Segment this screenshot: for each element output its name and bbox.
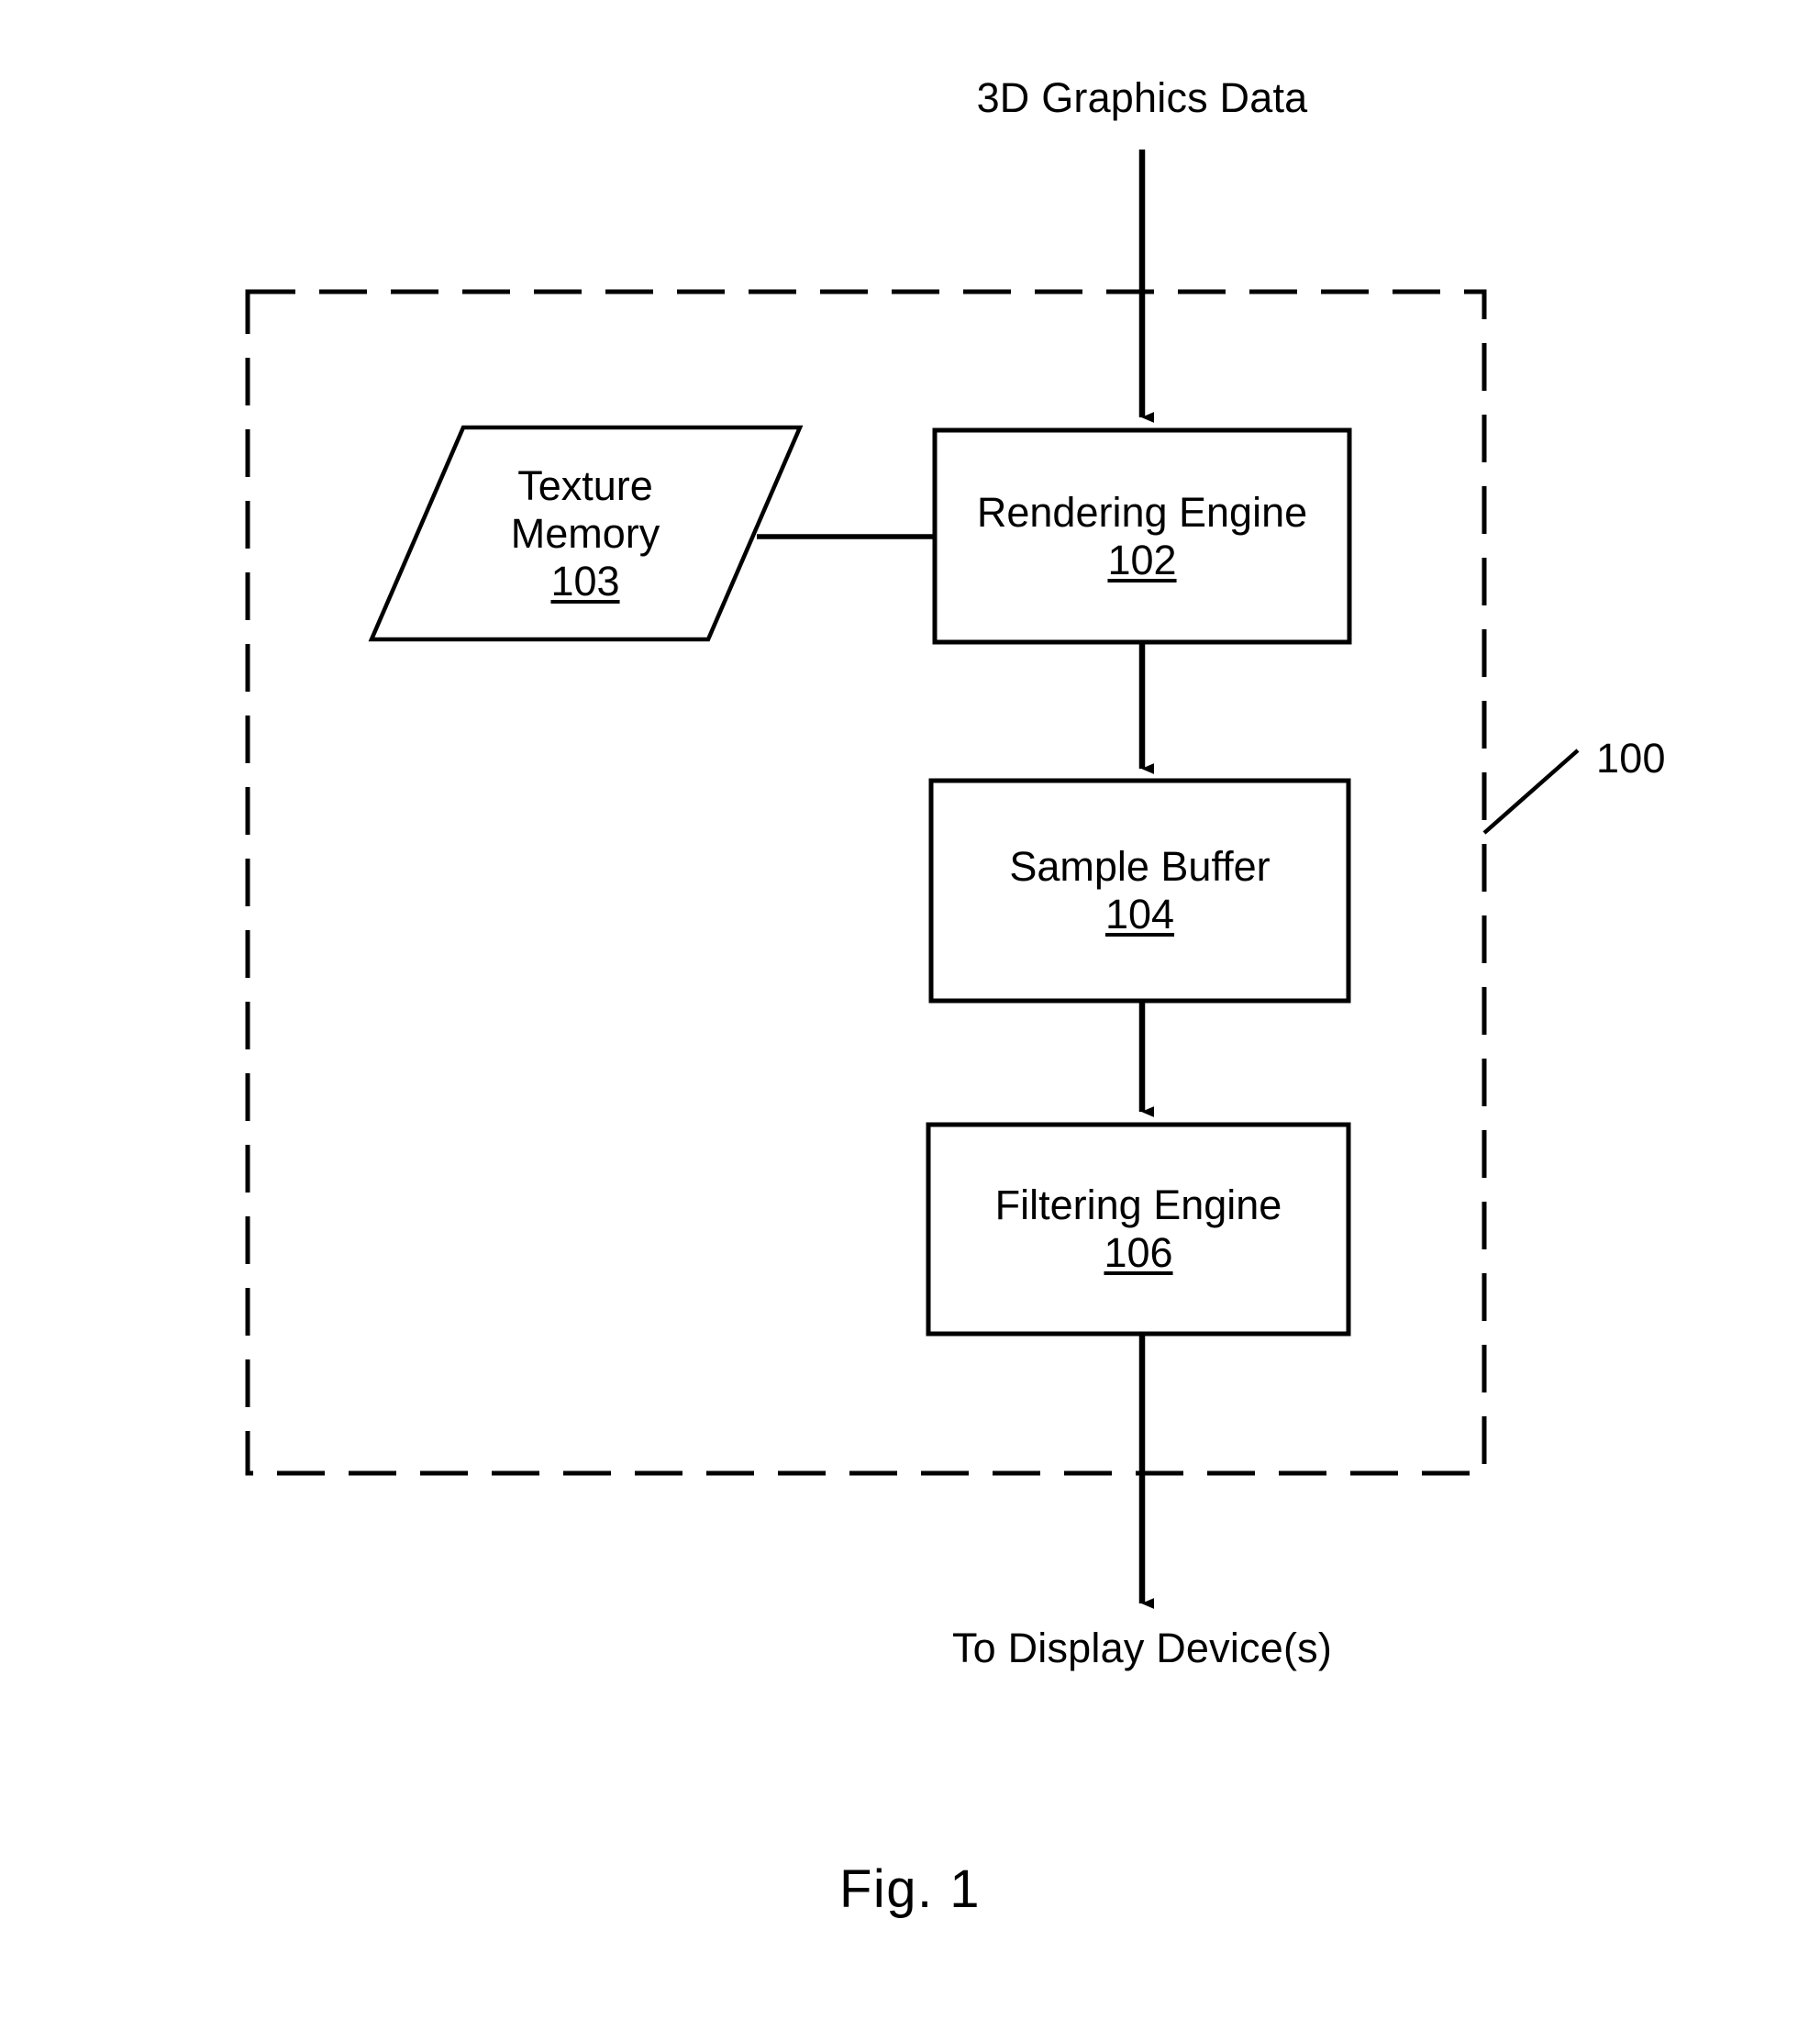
- filtering-engine-node[interactable]: Filtering Engine 106: [928, 1125, 1348, 1334]
- output-flow-label: To Display Device(s): [951, 1625, 1333, 1671]
- sample-buffer-node[interactable]: Sample Buffer 104: [931, 781, 1348, 1001]
- texture-memory-ref-number: 103: [550, 557, 620, 605]
- system-callout-number: 100: [1596, 735, 1666, 782]
- figure-caption: Fig. 1: [838, 1859, 982, 1919]
- sample-buffer-label: Sample Buffer: [1009, 843, 1271, 890]
- sample-buffer-ref-number: 104: [1104, 891, 1175, 937]
- rendering-engine-ref-number: 102: [1107, 536, 1177, 583]
- rendering-engine-label: Rendering Engine: [976, 488, 1308, 536]
- filtering-engine-label: Filtering Engine: [994, 1181, 1282, 1228]
- input-flow-label: 3D Graphics Data: [976, 74, 1308, 121]
- callout-leader-line-100: [1482, 749, 1580, 835]
- figure-linework: [245, 150, 1580, 1609]
- texture-memory-node[interactable]: Texture Memory 103: [402, 427, 769, 639]
- rendering-engine-node[interactable]: Rendering Engine 102: [935, 430, 1349, 642]
- patent-figure: 3D Graphics Data Texture Memory 103 Rend…: [0, 0, 1820, 2019]
- filtering-engine-ref-number: 106: [1104, 1229, 1173, 1276]
- texture-memory-label-line1: Texture: [517, 461, 653, 509]
- texture-memory-label-line2: Memory: [510, 509, 660, 557]
